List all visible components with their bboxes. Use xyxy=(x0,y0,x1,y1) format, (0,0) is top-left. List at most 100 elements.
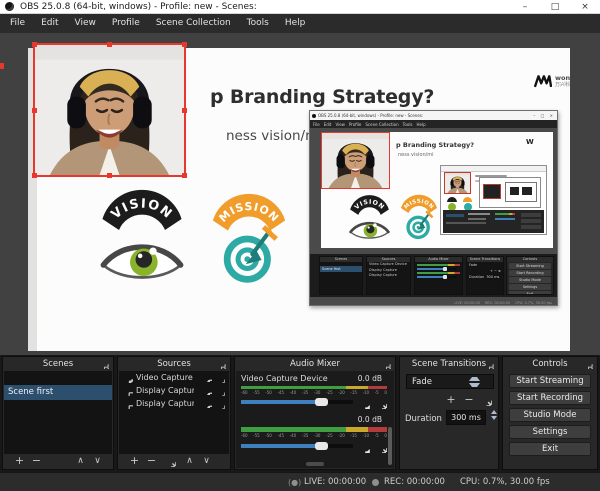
nested-duration-value: 300 ms xyxy=(485,274,501,280)
move-source-down-button[interactable]: ∨ xyxy=(198,454,215,468)
selection-handle[interactable] xyxy=(32,108,37,113)
selection-handle[interactable] xyxy=(182,42,187,47)
wondershare-logo: wonder 万兴科技 xyxy=(534,75,570,88)
popout-icon[interactable] xyxy=(98,359,109,369)
transition-gear-icon[interactable] xyxy=(480,394,492,406)
studio-mode-button[interactable]: Studio Mode xyxy=(509,408,591,422)
mixer-db-value: 0.0 dB xyxy=(357,374,382,383)
selection-handle[interactable] xyxy=(182,108,187,113)
nested-level3-window xyxy=(440,165,547,235)
move-source-up-button[interactable]: ∧ xyxy=(181,454,198,468)
volume-slider-handle[interactable] xyxy=(314,398,328,406)
source-list[interactable]: Video Capture Device Display Capture Dis… xyxy=(119,371,229,454)
menu-file[interactable]: File xyxy=(2,14,33,33)
speaker-icon[interactable] xyxy=(358,441,370,453)
move-scene-down-button[interactable]: ∨ xyxy=(89,454,106,468)
source-label: Video Capture Device xyxy=(136,373,194,382)
add-source-button[interactable]: + xyxy=(126,454,143,468)
nested-duration-label: Duration xyxy=(469,275,485,279)
exit-button[interactable]: Exit xyxy=(509,442,591,456)
sources-panel-title: Sources xyxy=(157,359,191,369)
lock-open-icon[interactable] xyxy=(215,386,225,396)
mixer-list: Video Capture Device 0.0 dB -60 -55 -50 -45… xyxy=(236,371,394,468)
mixer-gear-icon[interactable] xyxy=(376,442,387,453)
menu-bar: File Edit View Profile Scene Collection … xyxy=(0,14,600,33)
nested-cpu-status: CPU: 0.7%, 30.00 fps xyxy=(515,300,552,305)
cpu-status: CPU: 0.7%, 30.00 fps xyxy=(460,477,550,487)
mini-meter xyxy=(417,264,460,266)
popout-icon[interactable] xyxy=(483,359,494,369)
volume-slider-handle[interactable] xyxy=(314,442,328,450)
lock-open-icon[interactable] xyxy=(215,373,225,383)
remove-source-button[interactable]: − xyxy=(143,454,160,468)
source-row[interactable]: Display Capture xyxy=(119,384,229,397)
scene-row-selected[interactable]: Scene first xyxy=(4,385,112,400)
source-row[interactable]: Video Capture Device xyxy=(119,371,229,384)
menu-tools[interactable]: Tools xyxy=(239,14,277,33)
transition-select[interactable]: Fade xyxy=(406,374,494,389)
popout-icon[interactable] xyxy=(380,359,391,369)
maximize-button[interactable]: □ xyxy=(540,0,570,14)
mini-button xyxy=(521,213,541,217)
duration-label: Duration xyxy=(405,414,442,424)
selection-handle[interactable] xyxy=(32,173,37,178)
webcam-source[interactable] xyxy=(33,43,186,177)
menu-view[interactable]: View xyxy=(67,14,104,33)
duration-input[interactable]: 300 ms xyxy=(446,410,486,425)
rec-status: REC: 00:00:00 xyxy=(384,477,445,487)
source-properties-gear-icon[interactable] xyxy=(165,456,176,467)
volume-slider[interactable] xyxy=(241,398,353,406)
nested-level3-webcam xyxy=(444,172,471,194)
start-streaming-button[interactable]: Start Streaming xyxy=(509,374,591,388)
scene-list[interactable]: Scene first xyxy=(4,371,112,454)
popout-icon[interactable] xyxy=(215,359,226,369)
source-row[interactable]: Display Capture xyxy=(119,397,229,410)
add-transition-button[interactable]: + xyxy=(444,393,458,407)
nested-webcam-portrait xyxy=(322,133,389,188)
eye-icon[interactable] xyxy=(201,386,212,395)
add-scene-button[interactable]: + xyxy=(11,454,28,468)
menu-scene-collection[interactable]: Scene Collection xyxy=(148,14,239,33)
speaker-icon[interactable] xyxy=(358,397,370,409)
mixer-vertical-scrollbar[interactable] xyxy=(388,427,392,465)
eye-icon[interactable] xyxy=(201,373,212,382)
nested-slide-heading: p Branding Strategy? xyxy=(396,141,475,149)
vision-badge xyxy=(96,183,188,290)
live-status: LIVE: 00:00:00 xyxy=(304,477,367,487)
volume-slider[interactable] xyxy=(241,442,353,450)
start-recording-button[interactable]: Start Recording xyxy=(509,391,591,405)
menu-help[interactable]: Help xyxy=(277,14,314,33)
eye-icon[interactable] xyxy=(201,399,212,408)
nested-level3-docks xyxy=(443,210,544,233)
nested-menu-item: Scene Collection xyxy=(365,121,399,127)
remove-scene-button[interactable]: − xyxy=(28,454,45,468)
menu-edit[interactable]: Edit xyxy=(33,14,66,33)
preview-canvas: p Branding Strategy? ness vision/mis won… xyxy=(0,33,600,355)
remove-transition-button[interactable]: − xyxy=(462,393,476,407)
controls-panel: Controls Start Streaming Start Recording… xyxy=(502,356,598,470)
offscreen-selection-handle[interactable] xyxy=(0,63,4,69)
popout-icon[interactable] xyxy=(582,359,593,369)
mixer-gear-icon[interactable] xyxy=(376,398,387,409)
nested-title-bar: OBS 25.0.8 (64-bit, windows) - Profile: … xyxy=(310,111,557,120)
minimize-button[interactable]: – xyxy=(510,0,540,14)
mini-slider xyxy=(417,275,456,279)
selection-handle[interactable] xyxy=(182,173,187,178)
lock-open-icon[interactable] xyxy=(215,399,225,409)
audio-mixer-panel-title: Audio Mixer xyxy=(289,359,341,369)
sources-toolbar: + − ∧ ∨ xyxy=(119,454,229,468)
menu-profile[interactable]: Profile xyxy=(104,14,148,33)
mixer-horizontal-scrollbar[interactable] xyxy=(306,462,324,466)
duration-spinner[interactable] xyxy=(488,410,500,425)
move-scene-up-button[interactable]: ∧ xyxy=(72,454,89,468)
nested-menu-item: File xyxy=(313,121,320,127)
selection-handle[interactable] xyxy=(107,173,112,178)
mixer-db-value: 0.0 dB xyxy=(357,415,382,424)
selection-handle[interactable] xyxy=(32,42,37,47)
close-button[interactable]: × xyxy=(570,0,600,14)
settings-button[interactable]: Settings xyxy=(509,425,591,439)
obs-window: OBS 25.0.8 (64-bit, windows) - Profile: … xyxy=(0,0,600,491)
selection-handle[interactable] xyxy=(107,42,112,47)
nested-control-button: Settings xyxy=(509,284,551,290)
mission-badge xyxy=(207,183,291,290)
